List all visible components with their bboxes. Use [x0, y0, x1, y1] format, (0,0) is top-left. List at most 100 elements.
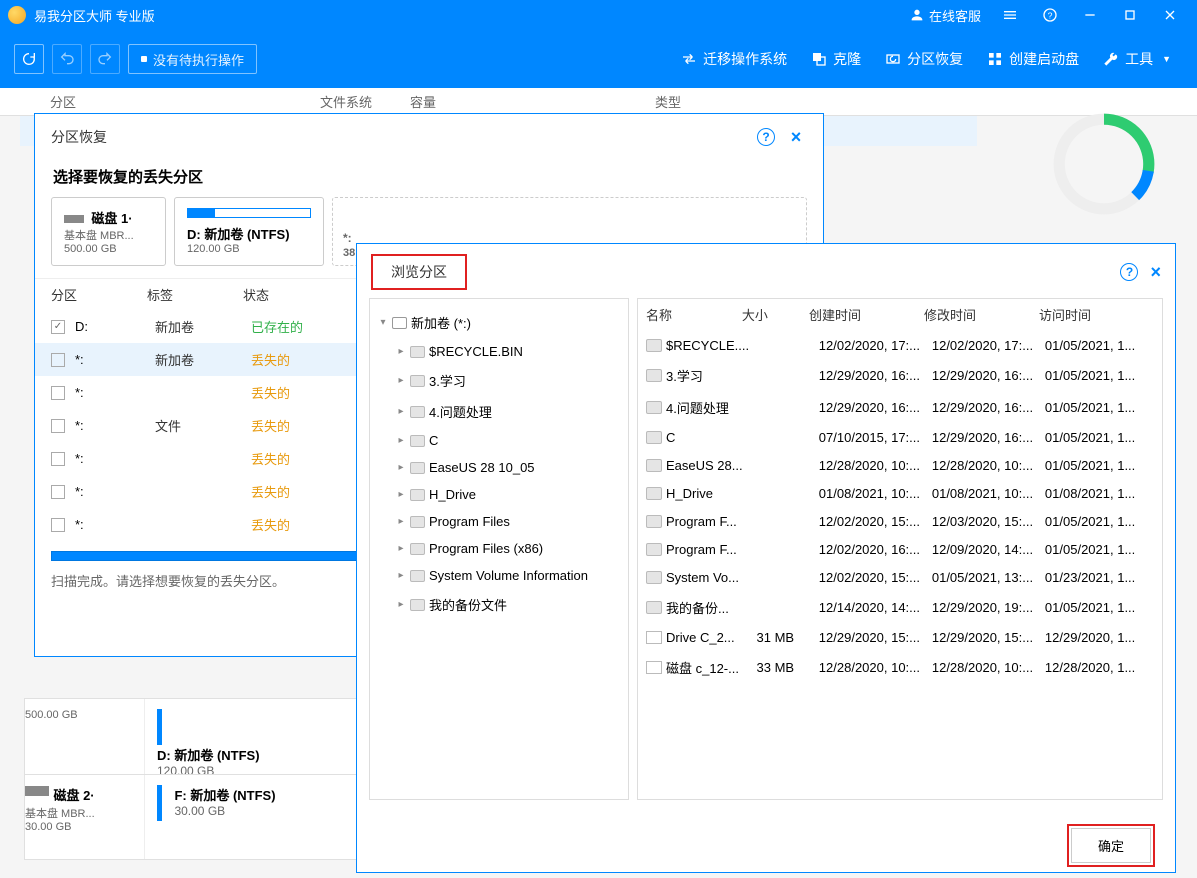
- ok-button-highlight: 确定: [1067, 824, 1155, 867]
- file-row[interactable]: Program F...12/02/2020, 15:...12/03/2020…: [638, 507, 1162, 535]
- menu-icon: [1002, 7, 1018, 23]
- ok-button[interactable]: 确定: [1071, 828, 1151, 863]
- file-row[interactable]: 我的备份...12/14/2020, 14:...12/29/2020, 19:…: [638, 591, 1162, 623]
- pending-ops-label: 没有待执行操作: [153, 50, 244, 69]
- tree-root-node[interactable]: ▾ 新加卷 (*:): [374, 307, 624, 338]
- checkbox[interactable]: [51, 485, 65, 499]
- undo-icon: [59, 51, 75, 67]
- chevron-right-icon: ▸: [396, 489, 406, 500]
- minimize-icon: [1082, 7, 1098, 23]
- tree-node[interactable]: ▸System Volume Information: [374, 562, 624, 589]
- chevron-right-icon: ▸: [396, 599, 406, 610]
- browse-partition-dialog: 浏览分区 ? × ▾ 新加卷 (*:) ▸$RECYCLE.BIN▸3.学习▸4…: [356, 243, 1176, 873]
- folder-icon: [410, 570, 425, 582]
- file-row[interactable]: 4.问题处理12/29/2020, 16:...12/29/2020, 16:.…: [638, 391, 1162, 423]
- file-icon: [646, 631, 662, 644]
- online-support-label: 在线客服: [929, 6, 981, 25]
- grid-header: 分区 文件系统 容量 类型: [0, 88, 1197, 116]
- clone-button[interactable]: 克隆: [799, 44, 873, 74]
- tree-node[interactable]: ▸Program Files (x86): [374, 535, 624, 562]
- tree-node[interactable]: ▸Program Files: [374, 508, 624, 535]
- checkbox[interactable]: [51, 452, 65, 466]
- file-row[interactable]: Drive C_2...31 MB12/29/2020, 15:...12/29…: [638, 623, 1162, 651]
- checkbox[interactable]: [51, 518, 65, 532]
- folder-icon: [646, 487, 662, 500]
- help-icon: ?: [1042, 7, 1058, 23]
- dialog-close-button[interactable]: ×: [1150, 262, 1161, 283]
- wrench-icon: [1103, 51, 1119, 67]
- chevron-right-icon: ▸: [396, 570, 406, 581]
- file-list-header: 名称 大小 创建时间 修改时间 访问时间: [638, 299, 1162, 331]
- file-row[interactable]: 磁盘 c_12-...33 MB12/28/2020, 10:...12/28/…: [638, 651, 1162, 683]
- tree-node[interactable]: ▸3.学习: [374, 365, 624, 396]
- folder-icon: [646, 431, 662, 444]
- redo-button[interactable]: [90, 44, 120, 74]
- boot-disk-button[interactable]: 创建启动盘: [975, 44, 1091, 74]
- folder-icon: [646, 601, 662, 614]
- file-row[interactable]: Program F...12/02/2020, 16:...12/09/2020…: [638, 535, 1162, 563]
- file-list[interactable]: 名称 大小 创建时间 修改时间 访问时间 $RECYCLE....12/02/2…: [637, 298, 1163, 800]
- chevron-right-icon: ▸: [396, 516, 406, 527]
- folder-icon: [410, 599, 425, 611]
- dialog-close-button[interactable]: ×: [785, 126, 807, 148]
- chevron-right-icon: ▸: [396, 543, 406, 554]
- folder-tree[interactable]: ▾ 新加卷 (*:) ▸$RECYCLE.BIN▸3.学习▸4.问题处理▸C▸E…: [369, 298, 629, 800]
- menu-button[interactable]: [991, 0, 1029, 30]
- svg-text:?: ?: [1048, 10, 1053, 20]
- dialog-help-button[interactable]: ?: [755, 126, 777, 148]
- help-button[interactable]: ?: [1031, 0, 1069, 30]
- disk-card[interactable]: 磁盘 1· 基本盘 MBR... 500.00 GB: [51, 197, 166, 266]
- hdd-icon: [25, 786, 49, 796]
- migrate-icon: [681, 51, 697, 67]
- partition-recovery-button[interactable]: 分区恢复: [873, 44, 975, 74]
- folder-icon: [410, 516, 425, 528]
- migrate-os-button[interactable]: 迁移操作系统: [669, 44, 799, 74]
- file-row[interactable]: H_Drive01/08/2021, 10:...01/08/2021, 10:…: [638, 479, 1162, 507]
- maximize-button[interactable]: [1111, 0, 1149, 30]
- col-capacity: 容量: [410, 92, 655, 111]
- folder-icon: [410, 346, 425, 358]
- refresh-button[interactable]: [14, 44, 44, 74]
- tree-node[interactable]: ▸EaseUS 28 10_05: [374, 454, 624, 481]
- checkbox[interactable]: [51, 353, 65, 367]
- checkbox[interactable]: [51, 386, 65, 400]
- folder-icon: [646, 401, 662, 414]
- tree-node[interactable]: ▸我的备份文件: [374, 589, 624, 620]
- file-row[interactable]: 3.学习12/29/2020, 16:...12/29/2020, 16:...…: [638, 359, 1162, 391]
- browse-dialog-title: 浏览分区: [371, 254, 467, 290]
- clone-icon: [811, 51, 827, 67]
- file-row[interactable]: $RECYCLE....12/02/2020, 17:...12/02/2020…: [638, 331, 1162, 359]
- dialog-title: 分区恢复: [51, 127, 747, 147]
- partition-card[interactable]: D: 新加卷 (NTFS) 120.00 GB: [174, 197, 324, 266]
- chevron-right-icon: ▸: [396, 462, 406, 473]
- checkbox[interactable]: ✓: [51, 320, 65, 334]
- folder-icon: [646, 369, 662, 382]
- file-row[interactable]: System Vo...12/02/2020, 15:...01/05/2021…: [638, 563, 1162, 591]
- chevron-down-icon: ▾: [378, 317, 388, 328]
- undo-button[interactable]: [52, 44, 82, 74]
- maximize-icon: [1122, 7, 1138, 23]
- tree-node[interactable]: ▸4.问题处理: [374, 396, 624, 427]
- file-row[interactable]: C07/10/2015, 17:...12/29/2020, 16:...01/…: [638, 423, 1162, 451]
- checkbox[interactable]: [51, 419, 65, 433]
- online-support-button[interactable]: 在线客服: [901, 6, 989, 25]
- folder-icon: [646, 543, 662, 556]
- tools-button[interactable]: 工具▼: [1091, 44, 1183, 74]
- close-button[interactable]: [1151, 0, 1189, 30]
- folder-icon: [410, 489, 425, 501]
- app-title: 易我分区大师 专业版: [34, 6, 901, 25]
- refresh-icon: [21, 51, 37, 67]
- folder-icon: [410, 543, 425, 555]
- tree-node[interactable]: ▸C: [374, 427, 624, 454]
- chevron-right-icon: ▸: [396, 375, 406, 386]
- col-fs: 文件系统: [320, 92, 410, 111]
- dialog-help-button[interactable]: ?: [1120, 263, 1138, 281]
- minimize-button[interactable]: [1071, 0, 1109, 30]
- tree-node[interactable]: ▸H_Drive: [374, 481, 624, 508]
- app-logo: [8, 6, 26, 24]
- folder-icon: [410, 375, 425, 387]
- pending-ops-pill: 没有待执行操作: [128, 44, 257, 74]
- tree-node[interactable]: ▸$RECYCLE.BIN: [374, 338, 624, 365]
- file-row[interactable]: EaseUS 28...12/28/2020, 10:...12/28/2020…: [638, 451, 1162, 479]
- col-partition: 分区: [50, 92, 320, 111]
